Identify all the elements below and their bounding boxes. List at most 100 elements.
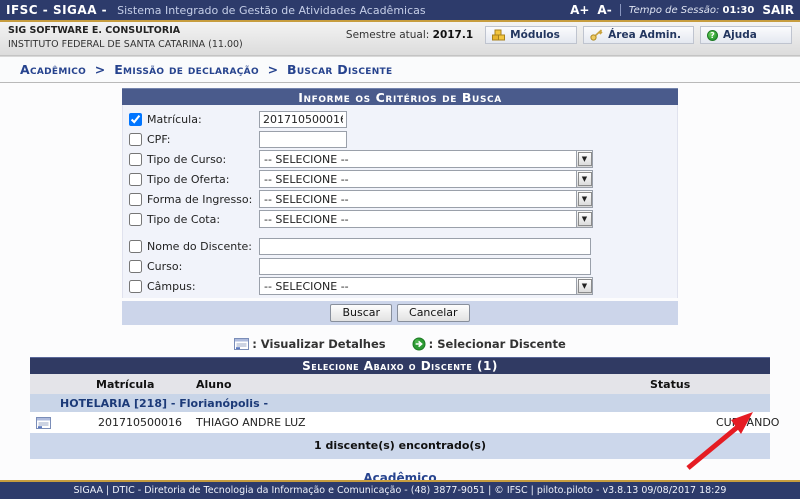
tipo-cota-checkbox[interactable] bbox=[129, 212, 142, 226]
institution-name: SIG SOFTWARE E. CONSULTORIA bbox=[8, 25, 181, 36]
breadcrumb-academico[interactable]: Acadêmico bbox=[20, 62, 86, 77]
top-header-bar: IFSC - SIGAA - Sistema Integrado de Gest… bbox=[0, 0, 800, 20]
select-value: -- SELECIONE -- bbox=[264, 152, 349, 166]
tipo-curso-checkbox[interactable] bbox=[129, 152, 142, 166]
breadcrumb-emissao-declaracao[interactable]: Emissão de declaração bbox=[114, 62, 259, 77]
tipo-oferta-row: Tipo de Oferta: -- SELECIONE -- ▼ bbox=[129, 169, 677, 189]
matricula-input[interactable] bbox=[259, 110, 347, 128]
cancelar-button[interactable]: Cancelar bbox=[397, 304, 470, 322]
divider bbox=[619, 4, 621, 16]
modules-icon bbox=[492, 29, 506, 41]
legend: : Visualizar Detalhes : Selecionar Disce… bbox=[0, 337, 800, 351]
tipo-curso-row: Tipo de Curso: -- SELECIONE -- ▼ bbox=[129, 149, 677, 169]
breadcrumb-separator: > bbox=[267, 62, 279, 77]
campus-checkbox[interactable] bbox=[129, 279, 142, 293]
status-badge: CURSANDO bbox=[716, 416, 780, 429]
results-count: 1 discente(s) encontrado(s) bbox=[30, 433, 770, 459]
visualizar-detalhes-icon[interactable] bbox=[36, 416, 51, 429]
institution-bar: SIG SOFTWARE E. CONSULTORIA INSTITUTO FE… bbox=[0, 22, 800, 56]
session-label: Tempo de Sessão: bbox=[628, 4, 720, 16]
semester-value: 2017.1 bbox=[432, 29, 474, 41]
font-increase-button[interactable]: A+ bbox=[570, 3, 589, 17]
chevron-down-icon[interactable]: ▼ bbox=[576, 211, 592, 227]
column-aluno: Aluno bbox=[196, 377, 232, 391]
cpf-input[interactable] bbox=[259, 130, 347, 148]
institution-info: SIG SOFTWARE E. CONSULTORIA INSTITUTO FE… bbox=[8, 25, 243, 55]
ajuda-label: Ajuda bbox=[723, 29, 757, 41]
legend-label: : Visualizar Detalhes bbox=[252, 337, 386, 351]
tipo-oferta-select[interactable]: -- SELECIONE -- ▼ bbox=[259, 170, 593, 188]
breadcrumb-buscar-discente: Buscar Discente bbox=[287, 62, 393, 77]
cell-aluno: THIAGO ANDRE LUZ bbox=[196, 416, 306, 429]
session-timer: Tempo de Sessão: 01:30 bbox=[629, 5, 755, 16]
curso-checkbox[interactable] bbox=[129, 259, 142, 273]
visualizar-detalhes-icon bbox=[234, 338, 250, 350]
tipo-curso-select[interactable]: -- SELECIONE -- ▼ bbox=[259, 150, 593, 168]
tipo-cota-select[interactable]: -- SELECIONE -- ▼ bbox=[259, 210, 593, 228]
legend-visualizar-detalhes: : Visualizar Detalhes bbox=[234, 337, 386, 351]
forma-ingresso-select[interactable]: -- SELECIONE -- ▼ bbox=[259, 190, 593, 208]
modulos-label: Módulos bbox=[510, 29, 560, 41]
results-table: Selecione Abaixo o Discente (1) Matrícul… bbox=[30, 357, 779, 459]
matricula-checkbox[interactable] bbox=[129, 112, 142, 126]
tipo-cota-row: Tipo de Cota: -- SELECIONE -- ▼ bbox=[129, 209, 677, 229]
logout-button[interactable]: SAIR bbox=[762, 3, 794, 17]
select-value: -- SELECIONE -- bbox=[264, 279, 349, 293]
help-icon: ? bbox=[707, 29, 718, 41]
tipo-cota-label: Tipo de Cota: bbox=[147, 212, 221, 226]
chevron-down-icon[interactable]: ▼ bbox=[576, 191, 592, 207]
breadcrumb: Acadêmico > Emissão de declaração > Busc… bbox=[18, 62, 394, 77]
footer-bar: SIGAA | DTIC - Diretoria de Tecnologia d… bbox=[0, 480, 800, 499]
search-criteria-panel: Informe os Critérios de Busca Matrícula:… bbox=[122, 88, 678, 325]
nome-discente-input[interactable] bbox=[259, 237, 591, 255]
tipo-curso-label: Tipo de Curso: bbox=[147, 152, 227, 166]
legend-label: : Selecionar Discente bbox=[428, 337, 566, 351]
cpf-label: CPF: bbox=[147, 132, 171, 146]
forma-ingresso-checkbox[interactable] bbox=[129, 192, 142, 206]
chevron-down-icon[interactable]: ▼ bbox=[576, 278, 592, 294]
modulos-button[interactable]: Módulos bbox=[485, 26, 578, 44]
matricula-row: Matrícula: bbox=[129, 109, 677, 129]
cpf-row: CPF: bbox=[129, 129, 677, 149]
curso-input[interactable] bbox=[259, 257, 591, 275]
select-value: -- SELECIONE -- bbox=[264, 192, 349, 206]
forma-ingresso-row: Forma de Ingresso: -- SELECIONE -- ▼ bbox=[129, 189, 677, 209]
buscar-button[interactable]: Buscar bbox=[330, 304, 393, 322]
results-table-title: Selecione Abaixo o Discente (1) bbox=[30, 357, 770, 374]
matricula-label: Matrícula: bbox=[147, 112, 202, 126]
ajuda-button[interactable]: ? Ajuda bbox=[700, 26, 792, 44]
session-time: 01:30 bbox=[722, 4, 755, 16]
semester-label: Semestre atual: bbox=[345, 29, 430, 41]
nome-discente-checkbox[interactable] bbox=[129, 239, 142, 253]
app-title: Sistema Integrado de Gestão de Atividade… bbox=[117, 3, 426, 17]
selecionar-discente-icon bbox=[412, 337, 426, 351]
area-admin-button[interactable]: Área Admin. bbox=[583, 26, 694, 44]
forma-ingresso-label: Forma de Ingresso: bbox=[147, 192, 253, 206]
institution-subname: INSTITUTO FEDERAL DE SANTA CATARINA (11.… bbox=[8, 39, 243, 50]
column-status: Status bbox=[650, 377, 691, 391]
search-panel-body: Matrícula: CPF: Tipo de Curso: -- SELECI… bbox=[122, 105, 678, 298]
cpf-checkbox[interactable] bbox=[129, 132, 142, 146]
campus-label: Câmpus: bbox=[147, 279, 196, 293]
legend-selecionar-discente: : Selecionar Discente bbox=[412, 337, 566, 351]
results-table-header-row: Matrícula Aluno Status bbox=[30, 374, 770, 394]
font-decrease-button[interactable]: A- bbox=[597, 3, 611, 17]
nome-discente-label: Nome do Discente: bbox=[147, 239, 252, 253]
select-value: -- SELECIONE -- bbox=[264, 212, 349, 226]
campus-row: Câmpus: -- SELECIONE -- ▼ bbox=[129, 276, 677, 296]
curso-label: Curso: bbox=[147, 259, 183, 273]
course-group-row: HOTELARIA [218] - Florianópolis - bbox=[30, 394, 770, 412]
form-button-band: Buscar Cancelar bbox=[122, 301, 678, 325]
column-matricula: Matrícula bbox=[96, 377, 155, 391]
chevron-down-icon[interactable]: ▼ bbox=[576, 171, 592, 187]
tipo-oferta-label: Tipo de Oferta: bbox=[147, 172, 230, 186]
table-row: 201710500016 THIAGO ANDRE LUZ CURSANDO bbox=[30, 412, 779, 433]
select-value: -- SELECIONE -- bbox=[264, 172, 349, 186]
breadcrumb-bar: Acadêmico > Emissão de declaração > Busc… bbox=[0, 56, 800, 83]
chevron-down-icon[interactable]: ▼ bbox=[576, 151, 592, 167]
tipo-oferta-checkbox[interactable] bbox=[129, 172, 142, 186]
campus-select[interactable]: -- SELECIONE -- ▼ bbox=[259, 277, 593, 295]
breadcrumb-separator: > bbox=[94, 62, 106, 77]
area-admin-label: Área Admin. bbox=[608, 29, 681, 41]
semester-indicator: Semestre atual: 2017.1 bbox=[346, 29, 473, 41]
